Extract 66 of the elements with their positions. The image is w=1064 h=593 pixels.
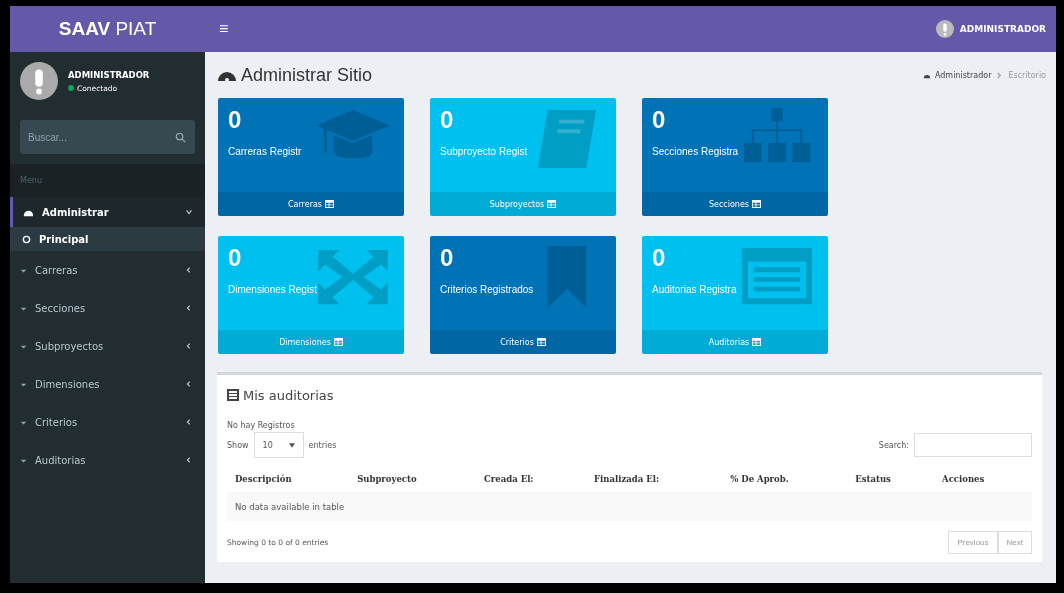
column-header[interactable]: Subproyecto (349, 466, 477, 493)
column-header[interactable]: Descripción (227, 466, 350, 493)
stat-count: 0 (440, 106, 455, 134)
column-header[interactable]: Estatus (847, 466, 935, 493)
stat-count: 0 (228, 244, 243, 272)
stat-count: 0 (440, 244, 455, 272)
column-header[interactable]: Creada El: (476, 466, 587, 493)
panel-title: Mis auditorias (243, 387, 334, 403)
search-label: Search: (878, 440, 909, 450)
app-logo[interactable]: SAAV PIAT (10, 18, 205, 40)
stat-label: Carreras Registr (228, 146, 303, 157)
stat-label: Criterios Registrados (440, 284, 535, 295)
table-search-field[interactable] (914, 433, 1032, 457)
caret-down-icon (288, 442, 295, 448)
show-label: Show (227, 440, 249, 450)
menu-item[interactable]: Administrar (10, 197, 205, 227)
menu-item[interactable]: Auditorias (10, 441, 205, 479)
table-icon (536, 338, 546, 346)
page-length-select[interactable]: 10 (253, 432, 304, 458)
table-icon (227, 389, 239, 401)
menu-item[interactable]: Criterios (10, 403, 205, 441)
card-footer-link[interactable]: Carreras (218, 192, 404, 216)
user-name-link[interactable]: ADMINISTRADOR (959, 24, 1046, 34)
page-title: Administrar Sitio (241, 64, 373, 86)
table-icon (752, 200, 762, 208)
menu-item[interactable]: Subproyectos (10, 327, 205, 365)
menu-item[interactable]: Dimensiones (10, 365, 205, 403)
search-icon[interactable] (175, 132, 186, 143)
user-avatar-icon (20, 62, 58, 100)
angle-left-icon (185, 266, 193, 274)
user-name: ADMINISTRADOR (68, 69, 150, 80)
table-icon (752, 338, 762, 346)
chevron-right-icon (997, 71, 1003, 79)
menu-item[interactable]: Secciones (10, 289, 205, 327)
angle-left-icon (185, 304, 193, 312)
stat-count: 0 (652, 244, 667, 272)
column-header[interactable]: Acciones (934, 466, 1032, 493)
table-icon (325, 200, 334, 208)
user-avatar-icon[interactable] (935, 20, 954, 38)
table-icon (547, 200, 557, 208)
angle-left-icon (185, 342, 193, 350)
circle-icon (22, 234, 31, 244)
submenu-item[interactable]: Principal (10, 227, 205, 251)
table-icon (333, 338, 343, 346)
notice-text: No hay Registros (227, 421, 296, 430)
card-footer-link[interactable]: Secciones (642, 192, 828, 216)
card-footer-link[interactable]: Criterios (430, 330, 616, 354)
angle-left-icon (185, 418, 193, 426)
stat-label: Auditorias Registra (652, 284, 738, 295)
breadcrumb-link[interactable]: Administrador (934, 70, 992, 80)
stat-label: Subproyecto Regist (440, 146, 529, 157)
menu-header: Menu (10, 164, 205, 197)
entries-label: entries (308, 440, 337, 450)
menu-toggle-button[interactable]: ≡ (209, 16, 239, 42)
angle-left-icon (185, 456, 193, 464)
stat-count: 0 (652, 106, 667, 134)
column-header[interactable]: % De Aprob. (722, 466, 848, 493)
menu-item[interactable]: Carreras (10, 251, 205, 289)
column-header[interactable]: Finalizada El: (586, 466, 723, 493)
stat-count: 0 (228, 106, 243, 134)
empty-table-message: No data available in table (227, 492, 1032, 521)
search-field[interactable]: Buscar... (20, 120, 195, 154)
caret-down-icon (185, 208, 193, 216)
angle-left-icon (185, 380, 193, 388)
stat-label: Secciones Registra (652, 146, 740, 157)
stat-label: Dimensiones Regist (228, 284, 318, 295)
